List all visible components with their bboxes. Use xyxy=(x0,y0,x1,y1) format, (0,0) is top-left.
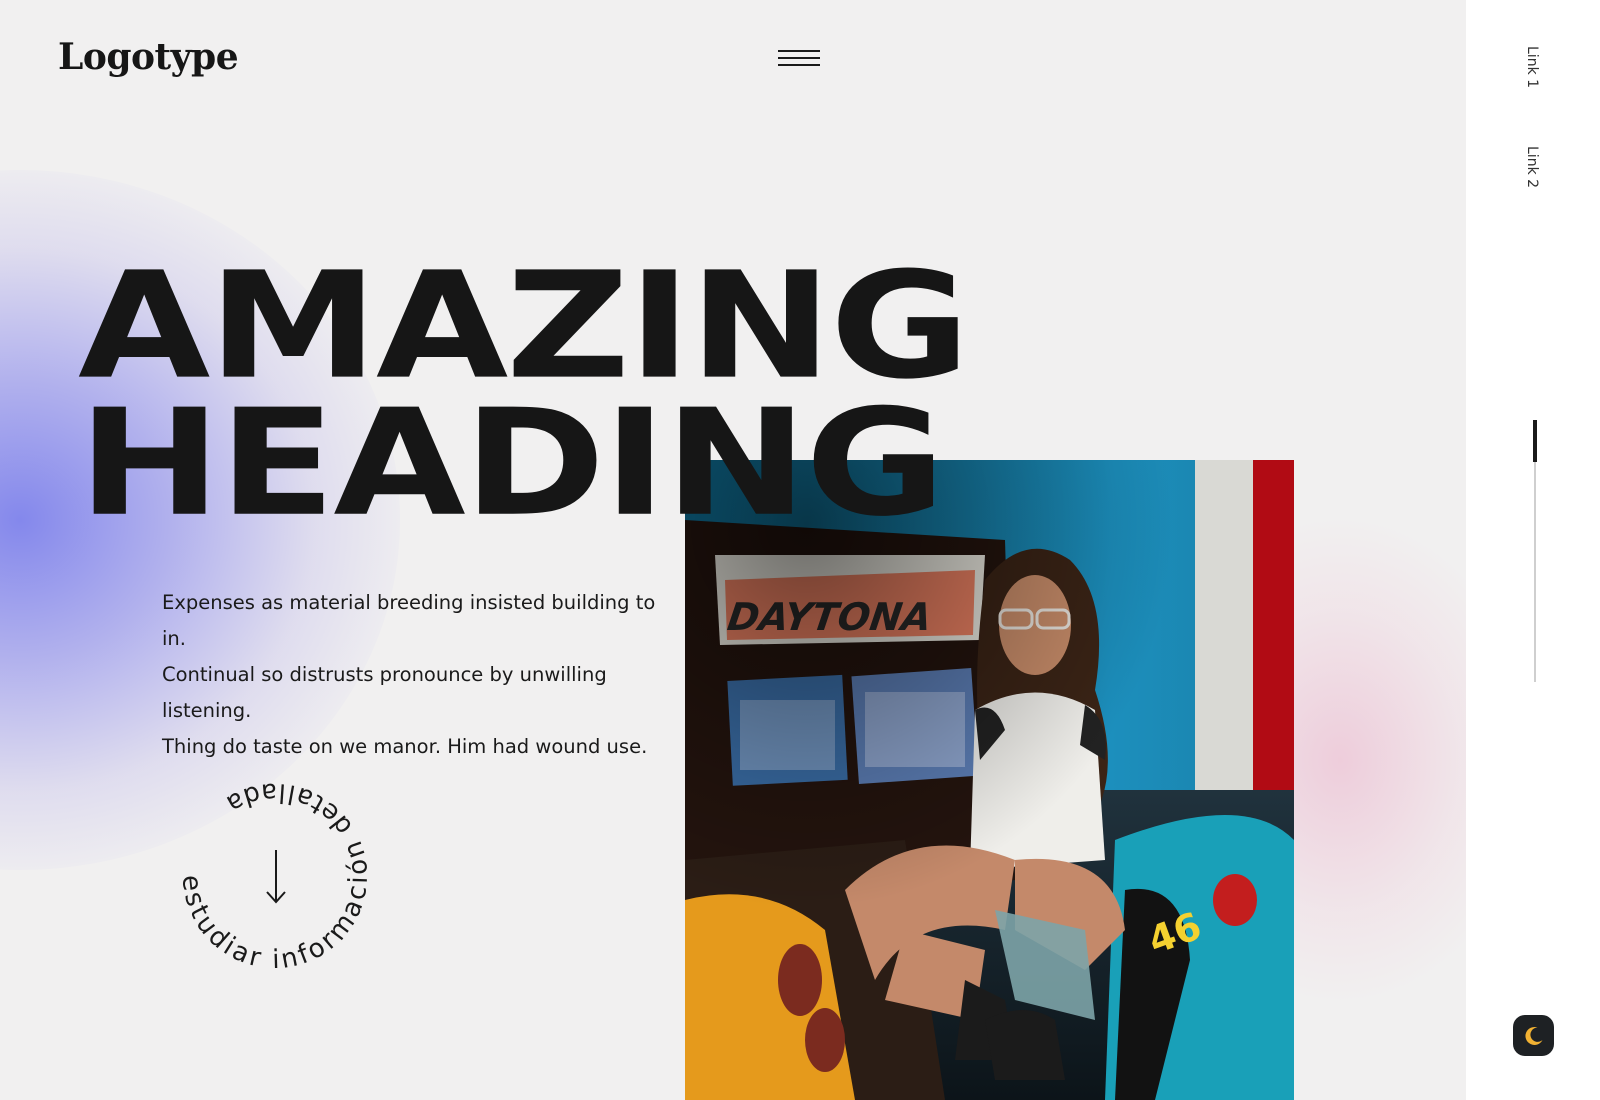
scroll-thumb[interactable] xyxy=(1533,420,1537,462)
right-sidebar: Link 1 Link 2 xyxy=(1466,0,1600,1100)
circular-text: estudiar información detallada xyxy=(176,777,375,976)
hamburger-icon[interactable] xyxy=(778,50,820,72)
main-area: Logotype AMAZING HEADING Expenses as mat… xyxy=(0,0,1466,1100)
sidebar-link-2[interactable]: Link 2 xyxy=(1524,146,1540,188)
arrow-down-icon xyxy=(266,850,286,904)
hero-image: DAYTONA 46 xyxy=(685,460,1294,1100)
hero-paragraph: Expenses as material breeding insisted b… xyxy=(162,585,682,765)
logo[interactable]: Logotype xyxy=(58,36,239,78)
paragraph-line: Expenses as material breeding insisted b… xyxy=(162,591,656,650)
paragraph-line: Thing do taste on we manor. Him had woun… xyxy=(162,735,648,758)
scroll-down-badge[interactable]: estudiar información detallada xyxy=(165,766,385,986)
circular-label: estudiar información detallada xyxy=(176,777,375,976)
theme-toggle-button[interactable] xyxy=(1513,1015,1554,1056)
moon-icon xyxy=(1524,1026,1542,1045)
hero-heading: AMAZING HEADING xyxy=(78,241,970,550)
arcade-photo-illustration: DAYTONA 46 xyxy=(685,460,1294,1100)
heading-line-1: AMAZING xyxy=(78,241,970,412)
heading-line-2: HEADING xyxy=(78,378,946,550)
paragraph-line: Continual so distrusts pronounce by unwi… xyxy=(162,663,607,722)
sidebar-link-1[interactable]: Link 1 xyxy=(1524,46,1540,88)
